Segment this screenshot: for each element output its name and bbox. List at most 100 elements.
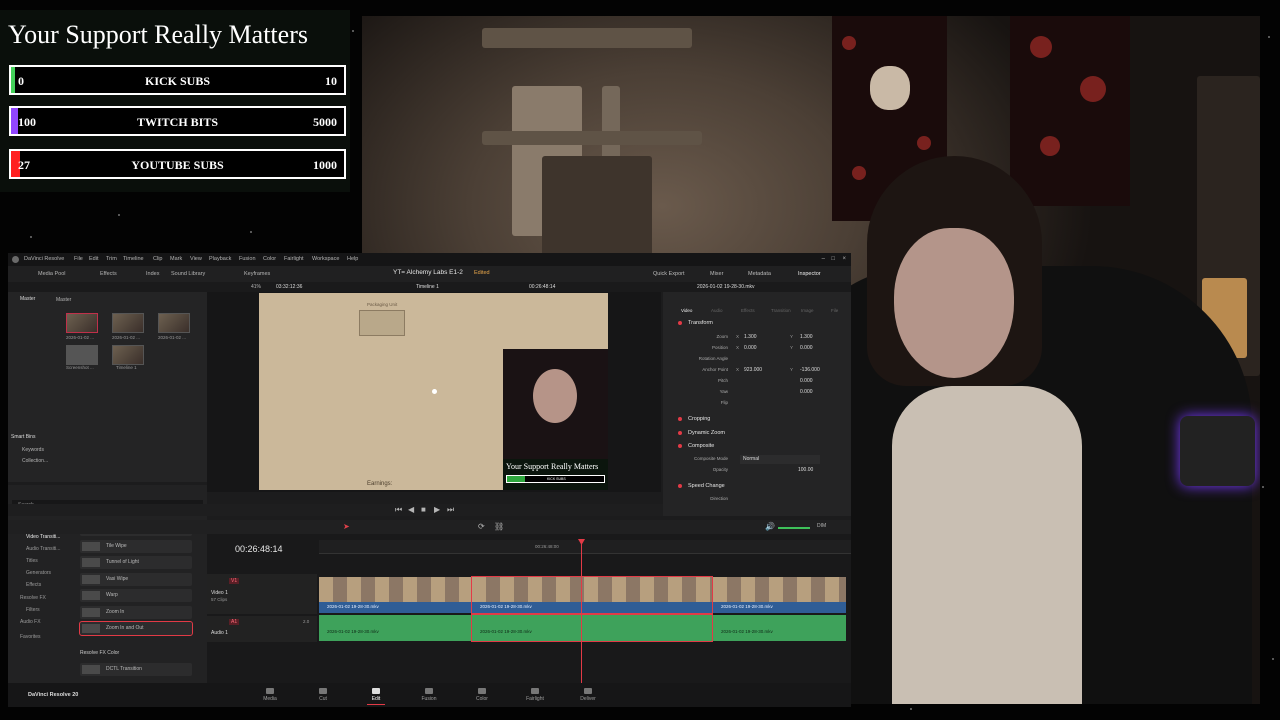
linked-selection-icon[interactable]: ⛓ xyxy=(494,522,504,531)
inspector-section[interactable]: Composite xyxy=(668,442,838,453)
inspector-section[interactable]: Dynamic Zoom xyxy=(668,429,838,440)
fx-tree-item[interactable]: Audio FX xyxy=(20,619,41,625)
toolbar-media-pool[interactable]: Media Pool xyxy=(38,268,66,281)
menu-davinci-resolve[interactable]: DaVinci Resolve xyxy=(24,253,64,266)
timeline-thumbnail[interactable] xyxy=(112,345,144,365)
play-icon[interactable]: ▶ xyxy=(434,504,440,516)
inspector-section[interactable]: Transform xyxy=(668,319,838,330)
page-media[interactable]: Media xyxy=(253,688,287,702)
volume-icon[interactable]: 🔊 xyxy=(765,522,775,531)
close-icon[interactable]: × xyxy=(842,253,846,266)
position-y[interactable]: 0.000 xyxy=(800,345,813,351)
menu-workspace[interactable]: Workspace xyxy=(312,253,339,266)
page-edit[interactable]: Edit xyxy=(359,688,393,705)
inspector-tab-image[interactable]: Image xyxy=(801,308,814,313)
inspector-tab-effects[interactable]: Effects xyxy=(741,308,755,313)
page-fusion[interactable]: Fusion xyxy=(412,688,446,702)
fx-tree-item[interactable]: Titles xyxy=(26,558,38,564)
zoom-y[interactable]: 1.300 xyxy=(800,334,813,340)
fx-tree-item[interactable]: Video Transiti... xyxy=(26,534,60,540)
audio-clip-selected[interactable]: 2026-01-02 19-28-30.mkv xyxy=(471,614,713,642)
menu-mark[interactable]: Mark xyxy=(170,253,182,266)
go-to-start-icon[interactable]: ⏮ xyxy=(395,504,402,516)
video-clip[interactable]: 2026-01-02 19-28-30.mkv xyxy=(319,577,471,613)
clip-thumbnail[interactable] xyxy=(66,345,98,365)
menu-timeline[interactable]: Timeline xyxy=(123,253,144,266)
toolbar-inspector[interactable]: Inspector xyxy=(798,268,821,281)
page-cut[interactable]: Cut xyxy=(306,688,340,702)
section-toggle-icon[interactable] xyxy=(678,321,682,325)
menu-playback[interactable]: Playback xyxy=(209,253,231,266)
minimize-icon[interactable]: – xyxy=(822,253,825,266)
page-fairlight[interactable]: Fairlight xyxy=(518,688,552,702)
section-toggle-icon[interactable] xyxy=(678,431,682,435)
video-clip-selected[interactable]: 2026-01-02 19-28-30.mkv xyxy=(471,576,713,614)
inspector-tab-file[interactable]: File xyxy=(831,308,838,313)
menu-edit[interactable]: Edit xyxy=(89,253,98,266)
fx-item-dctl-transition[interactable]: DCTL Transition xyxy=(80,663,192,676)
menu-clip[interactable]: Clip xyxy=(153,253,162,266)
toolbar-quick-export[interactable]: Quick Export xyxy=(653,268,684,281)
menu-color[interactable]: Color xyxy=(263,253,276,266)
opacity-value[interactable]: 100.00 xyxy=(798,467,813,473)
fx-tree-item[interactable]: Generators xyxy=(26,570,51,576)
video-clip[interactable]: 2026-01-02 19-28-30.mkv xyxy=(713,577,846,613)
smart-bin-keywords[interactable]: Keywords xyxy=(22,447,44,453)
clip-thumbnail[interactable] xyxy=(158,313,190,333)
smart-bin-collection[interactable]: Collection... xyxy=(22,458,48,464)
position-x[interactable]: 0.000 xyxy=(744,345,757,351)
menu-fairlight[interactable]: Fairlight xyxy=(284,253,304,266)
fx-tree-item[interactable]: Filters xyxy=(26,607,40,613)
inspector-tab-transition[interactable]: Transition xyxy=(771,308,791,313)
section-toggle-icon[interactable] xyxy=(678,417,682,421)
anchor-point-y[interactable]: -136.000 xyxy=(800,367,820,373)
toolbar-keyframes[interactable]: Keyframes xyxy=(244,268,270,281)
menu-file[interactable]: File xyxy=(74,253,83,266)
inspector-section[interactable]: Cropping xyxy=(668,415,838,426)
fx-item-tile-wipe[interactable]: Tile Wipe xyxy=(80,539,192,553)
inspector-tab-audio[interactable]: Audio xyxy=(711,308,723,313)
fx-item-tunnel-of-light[interactable]: Tunnel of Light xyxy=(80,556,192,569)
section-toggle-icon[interactable] xyxy=(678,444,682,448)
fx-item-zoom-in[interactable]: Zoom In xyxy=(80,605,192,619)
audio-clip[interactable]: 2026-01-02 19-28-30.mkv xyxy=(713,615,846,641)
inspector-tab-video[interactable]: Video xyxy=(681,308,692,313)
snapping-icon[interactable]: ⟳ xyxy=(478,522,485,531)
section-toggle-icon[interactable] xyxy=(678,484,682,488)
audio-clip[interactable]: 2026-01-02 19-28-30.mkv xyxy=(319,615,471,641)
zoom-x[interactable]: 1.300 xyxy=(744,334,757,340)
play-reverse-icon[interactable]: ◀ xyxy=(408,504,414,516)
page-deliver[interactable]: Deliver xyxy=(571,688,605,702)
stop-icon[interactable]: ■ xyxy=(421,504,426,516)
fx-item-vasi-wipe[interactable]: Vasi Wipe xyxy=(80,572,192,586)
toolbar-index[interactable]: Index xyxy=(146,268,159,281)
dim-button[interactable]: DIM xyxy=(817,523,826,529)
pitch-value[interactable]: 0.000 xyxy=(800,378,813,384)
clip-thumbnail[interactable] xyxy=(66,313,98,333)
page-color[interactable]: Color xyxy=(465,688,499,702)
yaw-value[interactable]: 0.000 xyxy=(800,389,813,395)
composite-mode-dropdown[interactable]: Normal xyxy=(740,455,820,464)
menu-view[interactable]: View xyxy=(190,253,202,266)
fx-tree-item[interactable]: Favorites xyxy=(20,634,41,640)
fx-tree-item[interactable]: Audio Transiti... xyxy=(26,546,60,552)
fx-item-zoom-in-and-out[interactable]: Zoom In and Out xyxy=(79,621,193,636)
timeline-dropdown[interactable]: Timeline 1 xyxy=(416,284,439,290)
track-id-v1[interactable]: V1 xyxy=(229,578,240,584)
selection-tool-icon[interactable]: ➤ xyxy=(343,522,350,531)
playhead[interactable] xyxy=(581,540,582,683)
toolbar-sound-library[interactable]: Sound Library xyxy=(171,268,205,281)
toolbar-metadata[interactable]: Metadata xyxy=(748,268,771,281)
go-to-end-icon[interactable]: ⏭ xyxy=(447,504,454,516)
inspector-section[interactable]: Speed Change xyxy=(668,482,838,493)
volume-slider[interactable] xyxy=(778,527,810,529)
maximize-icon[interactable]: □ xyxy=(831,253,835,266)
zoom-dropdown[interactable]: 41% xyxy=(251,284,261,290)
fx-item-warp[interactable]: Warp xyxy=(80,589,192,602)
menu-fusion[interactable]: Fusion xyxy=(239,253,256,266)
track-id-a1[interactable]: A1 xyxy=(229,619,240,625)
toolbar-mixer[interactable]: Mixer xyxy=(710,268,723,281)
transform-anchor-handle[interactable] xyxy=(432,389,437,394)
menu-help[interactable]: Help xyxy=(347,253,358,266)
anchor-point-x[interactable]: 923.000 xyxy=(744,367,762,373)
